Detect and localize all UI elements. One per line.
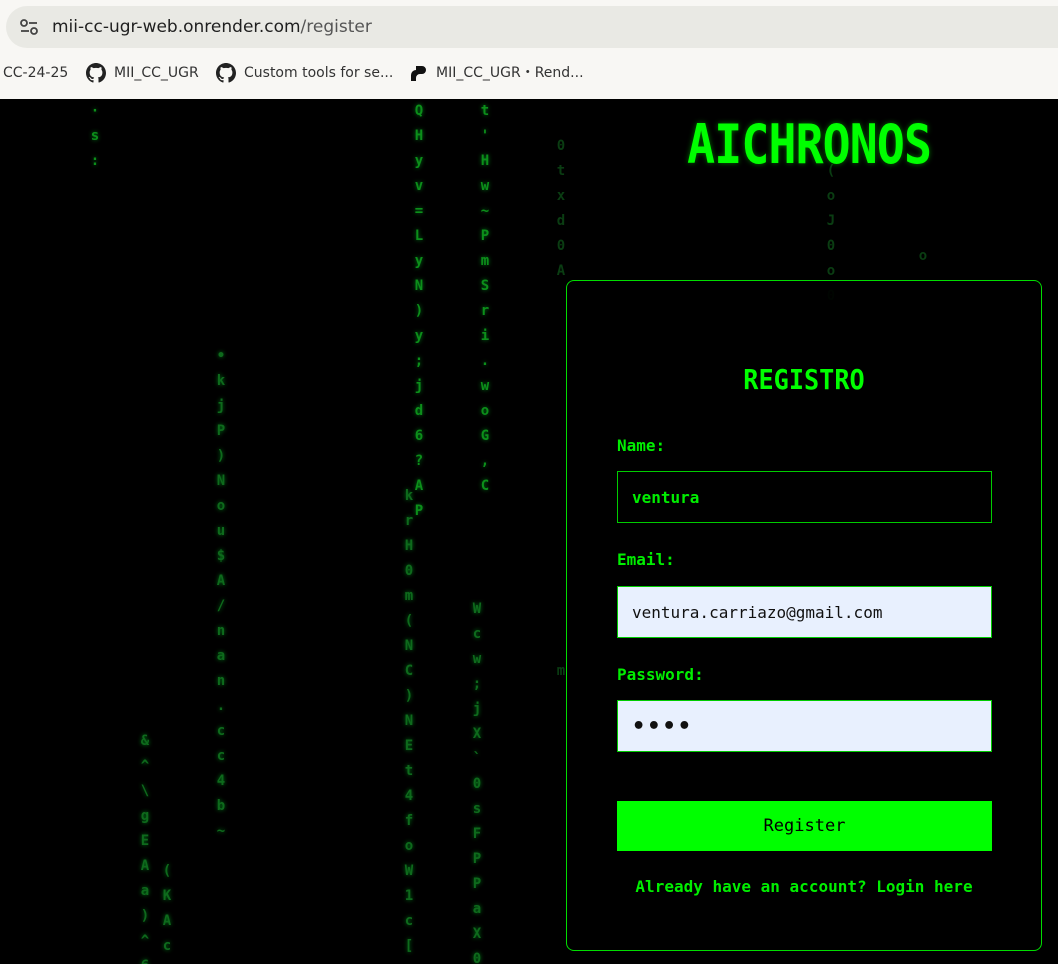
form-title: REGISTRO — [743, 363, 865, 396]
matrix-rain-column: o — [918, 248, 928, 264]
bookmark-cc-24-25[interactable]: CC-24-25 — [3, 56, 68, 90]
password-label: Password: — [617, 665, 704, 684]
browser-chrome: mii-cc-ugr-web.onrender.com/register CC-… — [0, 0, 1058, 99]
github-icon — [86, 63, 106, 83]
matrix-rain-column: · s : — [90, 103, 100, 169]
matrix-rain-column: t ' H w ~ P m S r i . w o G , C — [480, 103, 490, 494]
matrix-rain-column: ( K A c — [162, 863, 172, 954]
name-field[interactable] — [617, 471, 992, 523]
bookmark-custom-tools[interactable]: Custom tools for se... — [216, 56, 393, 90]
page: · s : • k j P ) N o u $ A / n a n . c c 4… — [0, 99, 1058, 964]
brand-logo: AICHRONOS — [687, 113, 932, 176]
github-icon — [216, 63, 236, 83]
url-host: mii-cc-ugr-web.onrender.com — [52, 17, 301, 37]
password-field[interactable] — [617, 700, 992, 752]
login-link[interactable]: Already have an account? Login here — [567, 877, 1041, 896]
bookmark-mii-cc-ugr[interactable]: MII_CC_UGR — [86, 56, 199, 90]
url-text[interactable]: mii-cc-ugr-web.onrender.com/register — [52, 6, 372, 48]
bookmarks-bar: CC-24-25 MII_CC_UGR Custom tools for se.… — [0, 56, 1058, 90]
matrix-rain-column: & ^ \ g E A a ) ^ 6 — [140, 733, 150, 964]
email-field[interactable] — [617, 586, 992, 638]
matrix-rain-column: Q H y v = L y N ) y ; j d 6 ? A P — [414, 103, 424, 519]
register-button[interactable]: Register — [617, 801, 992, 851]
register-card: REGISTRO Name: Email: Password: Register… — [566, 280, 1042, 951]
address-bar[interactable]: mii-cc-ugr-web.onrender.com/register — [6, 6, 1058, 48]
matrix-rain-column: • k j P ) N o u $ A / n a n . c c 4 b ~ — [216, 348, 226, 839]
matrix-rain-column: k r H 0 m ( N C ) N E t 4 f o W 1 c [ o — [404, 488, 414, 964]
email-label: Email: — [617, 550, 675, 569]
bookmark-label: Custom tools for se... — [244, 65, 394, 81]
site-info-icon[interactable] — [18, 17, 40, 37]
bookmark-render[interactable]: MII_CC_UGR・Rend... — [408, 56, 584, 90]
matrix-rain-column: W c w ; j X ` 0 s F P P a X 0 — [472, 601, 482, 964]
render-icon — [411, 66, 426, 81]
bookmark-label: CC-24-25 — [3, 65, 69, 81]
bookmark-label: MII_CC_UGR・Rend... — [436, 65, 584, 81]
bookmark-label: MII_CC_UGR — [114, 65, 199, 81]
name-label: Name: — [617, 436, 666, 455]
url-path: /register — [300, 17, 372, 37]
